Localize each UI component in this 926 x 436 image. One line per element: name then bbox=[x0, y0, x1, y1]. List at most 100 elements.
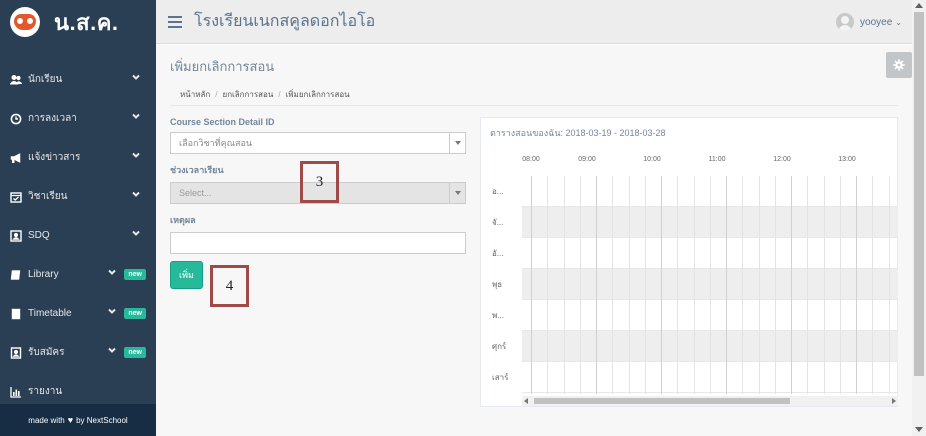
brand-name: น.ส.ค. bbox=[54, 9, 119, 35]
day-label: พ... bbox=[492, 311, 504, 320]
topbar: โรงเรียนเนกสคูลดอกไอโอ yooyee ⌄ bbox=[156, 0, 912, 44]
course-select-placeholder: เลือกวิชาที่คุณสอน bbox=[179, 138, 253, 148]
dropdown-arrow-icon[interactable] bbox=[449, 183, 465, 203]
calendar-check-icon bbox=[10, 191, 22, 203]
grid-line bbox=[661, 176, 662, 394]
course-label: Course Section Detail ID bbox=[170, 117, 275, 127]
new-badge: new bbox=[124, 308, 146, 319]
new-badge: new bbox=[124, 269, 146, 280]
breadcrumb-cancel-teaching[interactable]: ยกเลิกการสอน bbox=[223, 88, 274, 101]
page-title: เพิ่มยกเลิกการสอน bbox=[170, 59, 275, 74]
sidebar-nav: นักเรียน การลงเวลา แจ้งข่าวสาร วิชาเรียน… bbox=[0, 60, 156, 411]
page-scrollbar[interactable] bbox=[912, 0, 926, 436]
chevron-down-icon bbox=[132, 229, 142, 239]
sidebar-item-label: Timetable bbox=[28, 308, 72, 319]
hour-label: 11:00 bbox=[708, 156, 726, 163]
grid-line bbox=[872, 176, 874, 394]
menu-toggle-icon[interactable] bbox=[168, 15, 182, 28]
day-label: อ... bbox=[492, 187, 504, 196]
scroll-thumb[interactable] bbox=[534, 398, 790, 404]
hour-label: 10:00 bbox=[643, 156, 661, 163]
breadcrumb-current: เพิ่มยกเลิกการสอน bbox=[285, 89, 350, 99]
grid-line bbox=[888, 176, 890, 394]
scroll-up-icon[interactable] bbox=[915, 3, 923, 8]
sidebar-item-students[interactable]: นักเรียน bbox=[0, 60, 156, 99]
sidebar-item-subjects[interactable]: วิชาเรียน bbox=[0, 177, 156, 216]
grid-line bbox=[596, 176, 597, 394]
reason-label: เหตุผล bbox=[170, 215, 196, 225]
grid-line bbox=[742, 176, 744, 394]
sidebar-item-announcements[interactable]: แจ้งข่าวสาร bbox=[0, 138, 156, 177]
footer-prefix: made with bbox=[28, 415, 65, 425]
breadcrumb: หน้าหลัก / ยกเลิกการสอน / เพิ่มยกเลิกการ… bbox=[180, 88, 350, 101]
sidebar-item-label: แจ้งข่าวสาร bbox=[28, 152, 81, 163]
brand[interactable]: น.ส.ค. bbox=[0, 0, 156, 44]
chevron-down-icon bbox=[108, 268, 118, 278]
sidebar-item-label: Library bbox=[28, 269, 59, 280]
grid-line bbox=[791, 176, 792, 394]
heart-icon: ♥ bbox=[67, 415, 74, 425]
timetable-grid[interactable] bbox=[522, 176, 898, 394]
day-label: จั... bbox=[492, 218, 504, 227]
owl-logo-icon bbox=[10, 7, 40, 37]
scroll-right-icon[interactable] bbox=[892, 398, 896, 404]
timetable-horizontal-scrollbar[interactable] bbox=[522, 396, 898, 406]
chevron-down-icon bbox=[132, 112, 142, 122]
grid-line bbox=[758, 176, 760, 394]
add-button[interactable]: เพิ่ม bbox=[170, 261, 203, 289]
sidebar-item-label: SDQ bbox=[28, 230, 50, 241]
divider bbox=[170, 105, 898, 106]
grid-line bbox=[693, 176, 695, 394]
scroll-left-icon[interactable] bbox=[524, 398, 528, 404]
chevron-down-icon bbox=[132, 151, 142, 161]
gear-icon bbox=[893, 59, 905, 71]
sidebar-item-admission[interactable]: รับสมัคร new bbox=[0, 333, 156, 372]
hour-label: 13:00 bbox=[838, 156, 856, 163]
grid-line bbox=[677, 176, 679, 394]
timetable-hour-header: 08:00 09:00 10:00 11:00 12:00 13:00 bbox=[481, 156, 899, 168]
reason-input[interactable] bbox=[170, 232, 466, 254]
chevron-down-icon bbox=[108, 346, 118, 356]
dropdown-arrow-icon[interactable] bbox=[449, 133, 465, 153]
new-badge: new bbox=[124, 347, 146, 358]
sidebar-item-attendance[interactable]: การลงเวลา bbox=[0, 99, 156, 138]
settings-button[interactable] bbox=[886, 52, 912, 78]
school-name: โรงเรียนเนกสคูลดอกไอโอ bbox=[194, 13, 376, 30]
scroll-thumb[interactable] bbox=[914, 12, 924, 376]
chevron-down-icon bbox=[132, 73, 142, 83]
grid-line bbox=[563, 176, 565, 394]
grid-line bbox=[612, 176, 614, 394]
sidebar-footer: made with ♥ by NextSchool bbox=[0, 404, 156, 436]
period-select-placeholder: Select... bbox=[179, 188, 212, 198]
bullhorn-icon bbox=[10, 152, 22, 164]
users-icon bbox=[10, 74, 22, 86]
scroll-down-icon[interactable] bbox=[915, 427, 923, 432]
main-content: เพิ่มยกเลิกการสอน หน้าหลัก / ยกเลิกการสอ… bbox=[156, 45, 912, 436]
callout-4: 4 bbox=[210, 265, 249, 307]
sidebar-item-sdq[interactable]: SDQ bbox=[0, 216, 156, 255]
breadcrumb-home[interactable]: หน้าหลัก bbox=[180, 88, 210, 101]
course-select[interactable]: เลือกวิชาที่คุณสอน bbox=[170, 132, 466, 154]
hour-label: 09:00 bbox=[578, 156, 596, 163]
sidebar-item-timetable[interactable]: Timetable new bbox=[0, 294, 156, 333]
grid-line bbox=[823, 176, 825, 394]
table-icon bbox=[10, 308, 22, 320]
clock-icon bbox=[10, 113, 22, 125]
sidebar-item-label: รายงาน bbox=[28, 386, 63, 397]
grid-line bbox=[579, 176, 581, 394]
grid-line bbox=[856, 176, 857, 394]
grid-line bbox=[726, 176, 727, 394]
grid-line bbox=[628, 176, 630, 394]
grid-line bbox=[709, 176, 711, 394]
hour-label: 08:00 bbox=[522, 156, 540, 163]
id-badge-icon bbox=[10, 346, 22, 359]
grid-line bbox=[547, 176, 549, 394]
timetable-title: ตารางสอนของฉัน: 2018-03-19 - 2018-03-28 bbox=[490, 128, 666, 138]
chevron-down-icon bbox=[132, 190, 142, 200]
id-card-icon bbox=[10, 229, 22, 242]
sidebar-item-label: นักเรียน bbox=[28, 74, 63, 85]
day-label: อั... bbox=[492, 249, 504, 258]
sidebar-item-library[interactable]: Library new bbox=[0, 255, 156, 294]
user-menu[interactable]: yooyee ⌄ bbox=[836, 13, 902, 31]
cancel-teaching-form: Course Section Detail ID เลือกวิชาที่คุณ… bbox=[170, 117, 466, 289]
